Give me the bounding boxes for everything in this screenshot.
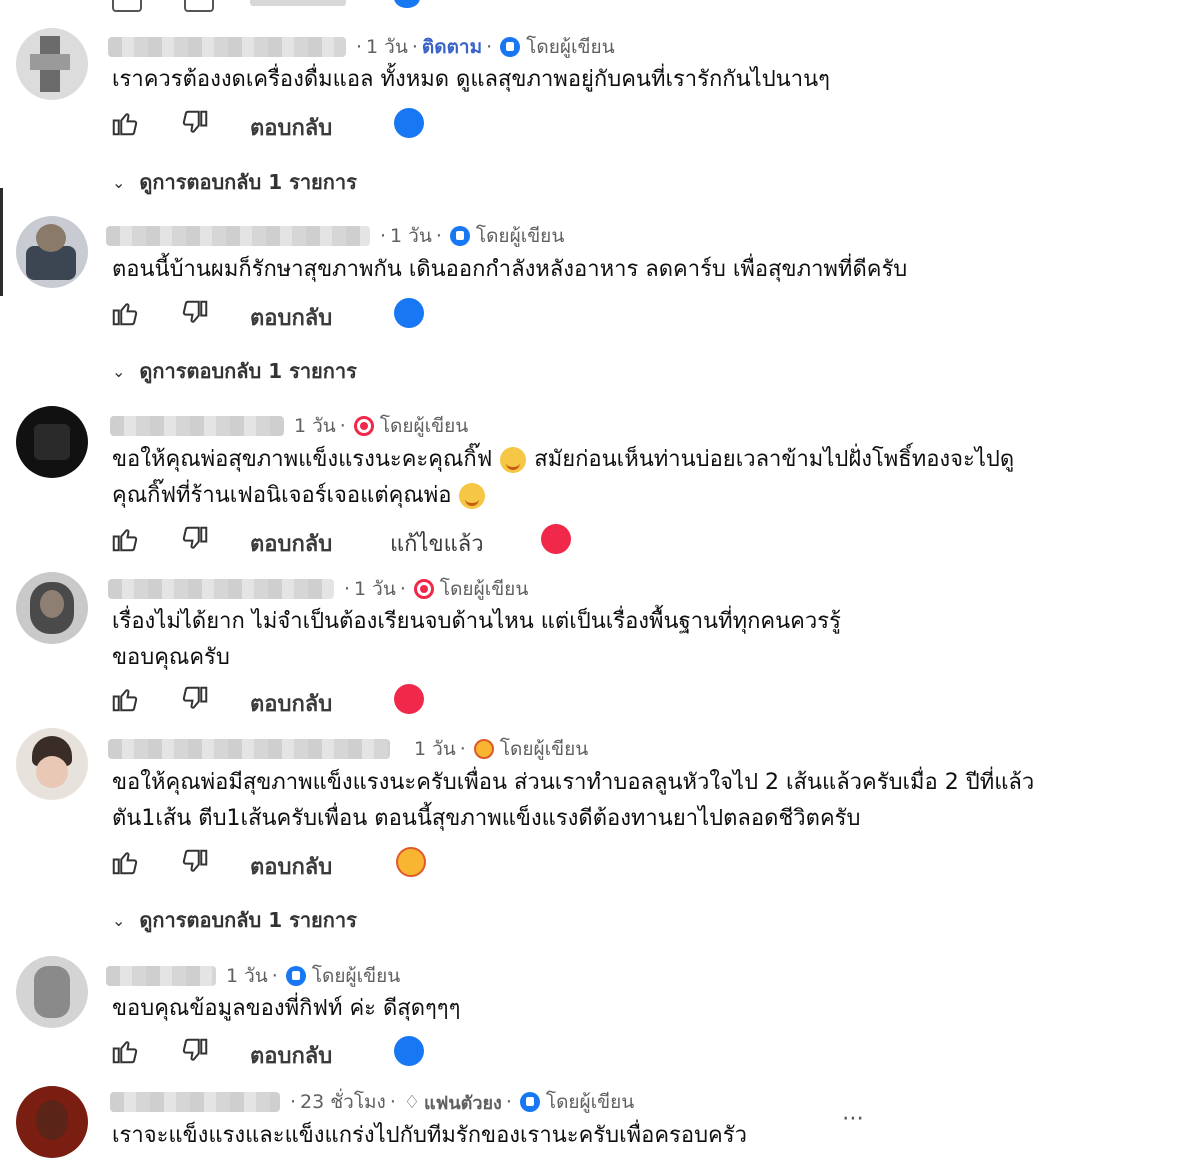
chevron-down-icon: ⌄ — [112, 172, 126, 192]
view-replies-button[interactable]: ⌄ ดูการตอบกลับ 1 รายการ — [112, 168, 357, 196]
author-reaction-label: โดยผู้เขียน — [545, 1091, 635, 1113]
top-fan-badge: แฟนตัวยง — [424, 1092, 502, 1114]
author-like-badge-icon — [285, 966, 306, 986]
smiling-emoji-icon — [500, 447, 527, 473]
reply-button[interactable]: ตอบกลับ — [250, 300, 332, 335]
comment-text: ขอให้คุณพ่อมีสุขภาพแข็งแรงนะครับเพื่อน ส… — [112, 770, 1035, 795]
dislike-icon[interactable] — [180, 108, 210, 138]
dislike-icon[interactable] — [180, 1036, 210, 1066]
like-icon[interactable] — [110, 847, 140, 877]
like-reaction-icon — [394, 108, 424, 138]
author-reaction-label: โดยผู้เขียน — [311, 965, 401, 987]
comment-time[interactable]: 1 วัน — [354, 574, 396, 604]
comment-text-line: คุณกิ๊ฟที่ร้านเฟอนิเจอร์เจอแต่คุณพ่อ — [112, 478, 493, 514]
author-reaction-label: โดยผู้เขียน — [526, 36, 615, 58]
author-reaction-label: โดยผู้เขียน — [499, 738, 589, 760]
comment-text: เราควรต้องงดเครื่องดื่มแอล ทั้งหมด ดูแลส… — [112, 67, 830, 92]
comment-text: ตอนนี้บ้านผมก็รักษาสุขภาพกัน เดินออกกำลั… — [112, 257, 908, 282]
more-options-icon[interactable]: ⋯ — [842, 1106, 866, 1131]
reply-button[interactable] — [250, 0, 346, 6]
like-reaction-icon — [394, 298, 424, 328]
avatar[interactable] — [16, 956, 88, 1028]
author-name[interactable] — [108, 579, 334, 599]
like-icon[interactable] — [112, 0, 142, 12]
avatar[interactable] — [16, 1086, 88, 1158]
dislike-icon[interactable] — [184, 0, 214, 12]
follow-button[interactable]: ติดตาม — [422, 32, 482, 62]
author-care-badge-icon — [473, 739, 494, 759]
author-like-badge-icon — [449, 226, 470, 246]
avatar[interactable] — [16, 216, 88, 288]
view-replies-button[interactable]: ⌄ ดูการตอบกลับ 1 รายการ — [112, 906, 357, 934]
comment-text-line: ตัน1เส้น ตีบ1เส้นครับเพื่อน ตอนนี้สุขภาพ… — [112, 806, 861, 831]
comment-text: ขอให้คุณพ่อสุขภาพแข็งแรงนะคะคุณกิ๊ฟ สมัยก… — [112, 447, 1015, 473]
winking-tongue-emoji-icon — [459, 483, 486, 509]
selection-indicator — [0, 188, 3, 296]
previous-comment-actions — [0, 0, 1200, 12]
author-reaction-label: โดยผู้เขียน — [439, 578, 529, 600]
like-icon[interactable] — [110, 684, 140, 714]
author-reaction-label: โดยผู้เขียน — [475, 225, 565, 247]
love-reaction-icon — [541, 524, 571, 554]
author-name[interactable] — [110, 416, 284, 436]
reply-button[interactable]: ตอบกลับ — [250, 1038, 332, 1073]
comment-text: ขอบคุณข้อมูลของพี่กิฟท์ ค่ะ ดีสุดๆๆๆ — [112, 996, 461, 1021]
comment-time[interactable]: 1 วัน — [366, 32, 408, 62]
author-love-badge-icon — [413, 579, 434, 599]
author-name[interactable] — [106, 966, 216, 986]
like-icon[interactable] — [110, 108, 140, 138]
author-name[interactable] — [110, 1092, 280, 1112]
author-name[interactable] — [108, 37, 346, 57]
comment-time[interactable]: 1 วัน — [390, 221, 432, 251]
dislike-icon[interactable] — [180, 298, 210, 328]
avatar[interactable] — [16, 572, 88, 644]
avatar[interactable] — [16, 28, 88, 100]
like-reaction-icon — [394, 0, 420, 8]
comment-time[interactable]: 1 วัน — [294, 411, 336, 441]
reply-button[interactable]: ตอบกลับ — [250, 849, 332, 884]
author-name[interactable] — [108, 739, 390, 759]
edited-label: แก้ไขแล้ว — [390, 532, 484, 557]
author-like-badge-icon — [500, 37, 521, 57]
reply-button[interactable]: ตอบกลับ — [250, 526, 332, 561]
comment-time[interactable]: 1 วัน — [414, 734, 456, 764]
dislike-icon[interactable] — [180, 524, 210, 554]
comment-text: เรื่องไม่ได้ยาก ไม่จำเป็นต้องเรียนจบด้าน… — [112, 609, 841, 634]
author-love-badge-icon — [353, 416, 374, 436]
like-icon[interactable] — [110, 298, 140, 328]
love-reaction-icon — [394, 684, 424, 714]
view-replies-button[interactable]: ⌄ ดูการตอบกลับ 1 รายการ — [112, 357, 357, 385]
dislike-icon[interactable] — [180, 684, 210, 714]
comment-time[interactable]: 1 วัน — [226, 961, 268, 991]
chevron-down-icon: ⌄ — [112, 910, 126, 930]
like-icon[interactable] — [110, 524, 140, 554]
top-fan-gem-icon: ♢ — [403, 1091, 421, 1113]
author-like-badge-icon — [519, 1092, 540, 1112]
care-reaction-icon — [396, 847, 426, 877]
reply-button[interactable]: ตอบกลับ — [250, 110, 332, 145]
author-reaction-label: โดยผู้เขียน — [379, 415, 469, 437]
comment-text: เราจะแข็งแรงและแข็งแกร่งไปกับทีมรักของเร… — [112, 1123, 747, 1148]
reply-button[interactable]: ตอบกลับ — [250, 686, 332, 721]
comment-text-line: ขอบคุณครับ — [112, 645, 230, 670]
avatar[interactable] — [16, 728, 88, 800]
comment-time[interactable]: 23 ชั่วโมง — [300, 1087, 386, 1117]
like-icon[interactable] — [110, 1036, 140, 1066]
avatar[interactable] — [16, 406, 88, 478]
author-name[interactable] — [106, 226, 370, 246]
dislike-icon[interactable] — [180, 847, 210, 877]
like-reaction-icon — [394, 1036, 424, 1066]
chevron-down-icon: ⌄ — [112, 361, 126, 381]
